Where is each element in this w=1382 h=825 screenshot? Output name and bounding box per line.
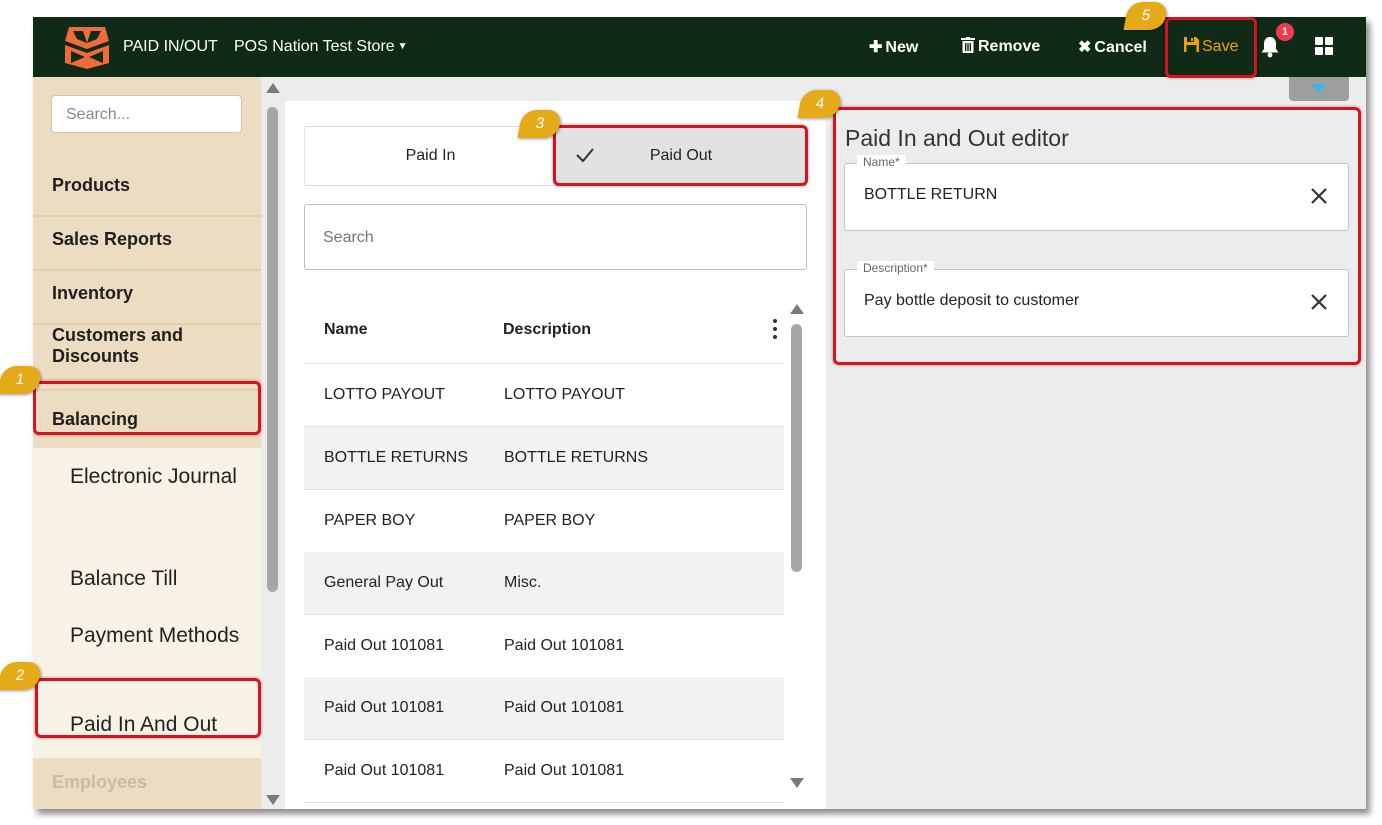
cell-name: Paid Out 101081 [324, 762, 445, 779]
list-scrollbar[interactable] [790, 300, 804, 800]
grid-icon[interactable] [1315, 37, 1333, 55]
submenu-item-balance-till[interactable]: Balance Till [70, 564, 240, 594]
table-row[interactable]: LOTTO PAYOUT LOTTO PAYOUT [304, 364, 784, 427]
kebab-dot [773, 319, 777, 323]
sidebar-item-inventory[interactable]: Inventory [33, 271, 261, 325]
list-panel: Paid In Paid Out Search Name Description… [285, 101, 826, 809]
sidebar-item-products[interactable]: Products [33, 163, 261, 217]
sidebar-search-placeholder: Search... [66, 106, 131, 123]
sidebar-item-employees[interactable]: Employees [52, 772, 147, 793]
cell-description: Paid Out 101081 [504, 637, 625, 654]
sidebar-search-input[interactable]: Search... [51, 95, 242, 133]
list-search-placeholder: Search [323, 229, 374, 246]
cell-name: LOTTO PAYOUT [324, 386, 445, 403]
table-row[interactable]: Paid Out 101081 Paid Out 101081 [304, 615, 784, 678]
caret-down-icon: ▼ [397, 41, 408, 52]
scroll-down-icon[interactable] [266, 795, 280, 805]
table-row[interactable]: BOTTLE RETURNS BOTTLE RETURNS [304, 427, 784, 490]
grid-cell [1325, 47, 1333, 55]
new-button-label: New [885, 39, 919, 56]
cell-description: Paid Out 101081 [504, 762, 625, 779]
triangle-down-icon [1311, 84, 1327, 93]
cell-name: BOTTLE RETURNS [324, 449, 469, 466]
cell-name: PAPER BOY [324, 512, 416, 529]
app-window: PAID IN/OUT POS Nation Test Store ▼ ✚ New … [33, 17, 1366, 809]
kebab-dot [773, 335, 777, 339]
list-search-input[interactable]: Search [304, 204, 807, 270]
panel-collapse-button[interactable] [1289, 77, 1349, 101]
store-name: POS Nation Test Store [234, 38, 395, 55]
scroll-up-icon[interactable] [266, 83, 280, 93]
grid-cell [1315, 37, 1323, 45]
scroll-thumb[interactable] [267, 107, 278, 592]
notification-badge: 1 [1276, 23, 1294, 41]
cell-name: General Pay Out [324, 574, 444, 591]
sidebar-scrollbar[interactable] [261, 77, 285, 809]
scroll-down-icon[interactable] [790, 778, 804, 788]
sidebar-item-sales-reports[interactable]: Sales Reports [33, 217, 261, 271]
grid-cell [1325, 37, 1333, 45]
submenu-item-payment-methods[interactable]: Payment Methods [70, 621, 240, 651]
new-button[interactable]: ✚ New [869, 37, 918, 57]
remove-button-label: Remove [978, 38, 1041, 55]
cancel-button[interactable]: ✖ Cancel [1078, 37, 1147, 57]
cancel-button-label: Cancel [1094, 39, 1147, 56]
cell-description: LOTTO PAYOUT [504, 386, 625, 403]
table-row[interactable]: General Pay Out Misc. [304, 552, 784, 615]
highlight-paid-out-toggle [553, 125, 808, 186]
cell-description: Misc. [504, 574, 542, 591]
bell-icon[interactable] [1260, 36, 1280, 58]
table-row[interactable]: Paid Out 101081 Paid Out 101081 [304, 677, 784, 740]
cell-description: Paid Out 101081 [504, 699, 625, 716]
highlight-paid-in-and-out [35, 678, 261, 738]
more-options-icon[interactable] [772, 319, 778, 341]
cell-name: Paid Out 101081 [324, 699, 445, 716]
table-row[interactable]: Paid Out 101081 Paid Out 101081 [304, 740, 784, 803]
app-title: PAID IN/OUT [123, 38, 218, 55]
column-header-name[interactable]: Name [324, 321, 368, 339]
remove-button[interactable]: Remove [961, 37, 1040, 56]
grid-cell [1315, 47, 1323, 55]
table-row[interactable]: PAPER BOY PAPER BOY [304, 490, 784, 553]
table-header: Name Description [304, 299, 784, 364]
scroll-up-icon[interactable] [790, 304, 804, 314]
highlight-save-button [1165, 17, 1257, 78]
x-icon: ✖ [1078, 39, 1092, 56]
cell-name: Paid Out 101081 [324, 637, 445, 654]
store-selector[interactable]: POS Nation Test Store ▼ [234, 38, 408, 56]
column-header-description[interactable]: Description [503, 321, 591, 339]
submenu-item-electronic-journal[interactable]: Electronic Journal [70, 462, 240, 492]
highlight-balancing [33, 381, 261, 435]
scroll-thumb[interactable] [791, 324, 802, 572]
plus-icon: ✚ [869, 39, 883, 56]
cell-description: BOTTLE RETURNS [504, 449, 649, 466]
logo-icon [65, 27, 109, 69]
highlight-editor [833, 107, 1361, 365]
cell-description: PAPER BOY [504, 512, 596, 529]
trash-icon [961, 37, 975, 53]
kebab-dot [773, 327, 777, 331]
